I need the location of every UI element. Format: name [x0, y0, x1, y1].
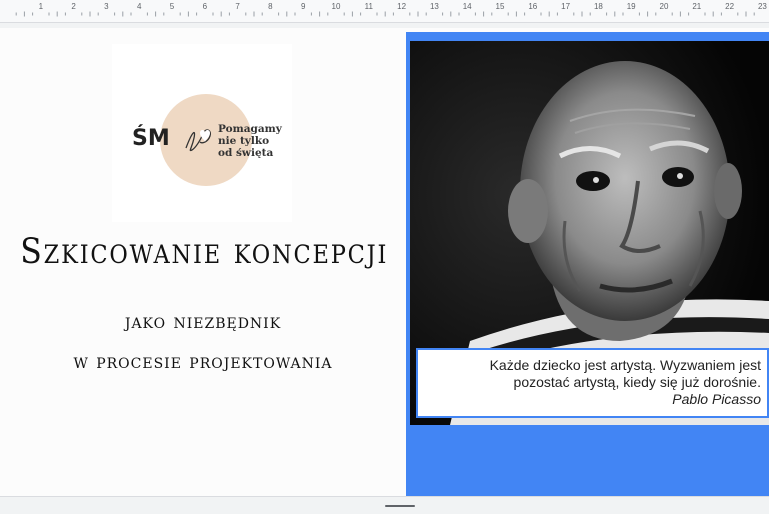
slide-subtitle-line2[interactable]: w procesie projektowania: [0, 349, 406, 373]
ruler-number: 13: [429, 2, 439, 11]
ruler-number: 4: [136, 2, 142, 11]
ruler-number: 9: [300, 2, 306, 11]
slide-canvas[interactable]: ŚM Pomagamy nie tylko od święta Szkicowa…: [0, 28, 769, 496]
ruler-number: 1: [38, 2, 44, 11]
ruler-number: 18: [593, 2, 603, 11]
ruler-number: 16: [528, 2, 538, 11]
ruler-number: 23: [757, 2, 767, 11]
ruler-number: 19: [626, 2, 636, 11]
slide-title[interactable]: Szkicowanie koncepcji: [20, 232, 386, 272]
ruler-number: 11: [364, 2, 373, 11]
ruler-number: 17: [561, 2, 571, 11]
ruler-number: 21: [692, 2, 702, 11]
ruler-number: 15: [495, 2, 505, 11]
resize-handle[interactable]: [385, 505, 415, 507]
bottom-panel-bar: [0, 496, 769, 514]
logo-image[interactable]: ŚM Pomagamy nie tylko od święta: [112, 44, 292, 222]
quote-line: pozostać artystą, kiedy się już dorośnie…: [513, 374, 761, 390]
logo-slogan: Pomagamy nie tylko od święta: [218, 123, 282, 159]
ruler-number: 10: [331, 2, 341, 11]
ruler-number: 14: [462, 2, 472, 11]
quote-text: Każde dziecko jest artystą. Wyzwaniem je…: [490, 357, 761, 408]
logo-slogan-line: Pomagamy: [218, 123, 282, 135]
ruler-number: 7: [235, 2, 240, 11]
ruler-number: 2: [71, 2, 76, 11]
logo-initials: ŚM: [132, 126, 170, 151]
heart-signature-icon: [185, 129, 212, 152]
ruler-number: 8: [268, 2, 273, 11]
slide-subtitle-line1[interactable]: jako niezbędnik: [0, 309, 406, 333]
logo-slogan-line: od święta: [218, 147, 274, 159]
ruler-number: 6: [202, 2, 208, 11]
ruler-number: 12: [397, 2, 407, 11]
ruler-number: 20: [659, 2, 669, 11]
quote-author: Pablo Picasso: [672, 391, 761, 407]
ruler-number: 22: [725, 2, 735, 11]
quote-box[interactable]: Każde dziecko jest artystą. Wyzwaniem je…: [416, 348, 769, 418]
ruler-ticks: [15, 11, 755, 17]
ruler-number: 3: [104, 2, 109, 11]
quote-line: Każde dziecko jest artystą. Wyzwaniem je…: [489, 357, 761, 373]
horizontal-ruler[interactable]: 1 2 3 4 5 6 7 8 9 10 11 12 13 14 15 16 17 18 19 20 21 22 23: [0, 0, 769, 23]
ruler-number: 5: [169, 2, 175, 11]
logo-slogan-line: nie tylko: [218, 135, 270, 147]
